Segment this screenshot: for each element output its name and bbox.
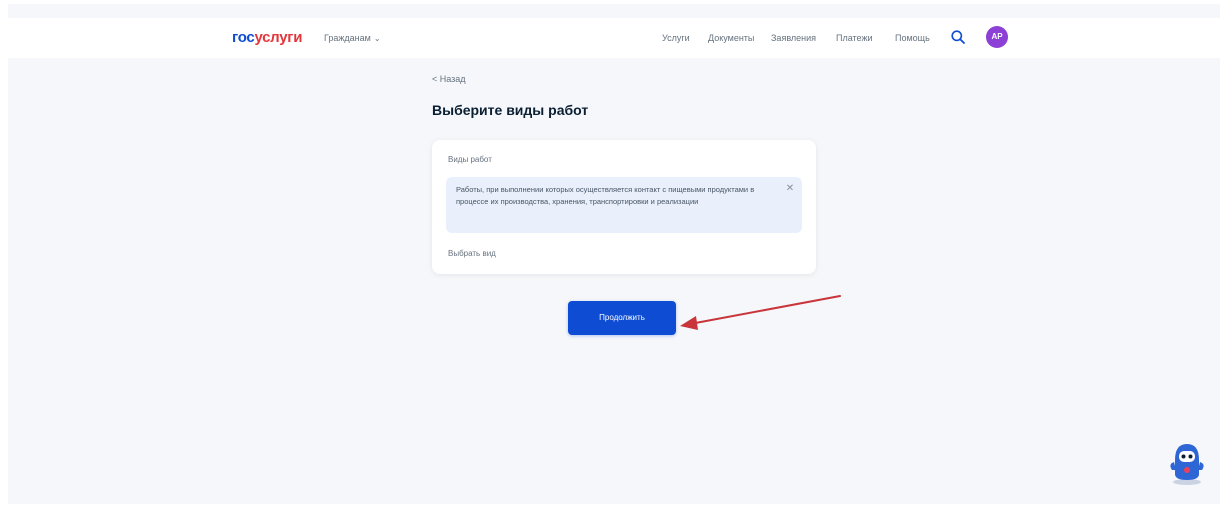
user-avatar[interactable]: АР [986, 26, 1008, 48]
selected-work-type-chip: Работы, при выполнении которых осуществл… [446, 177, 802, 233]
close-icon[interactable]: ✕ [784, 183, 796, 195]
robot-assistant-icon[interactable] [1166, 440, 1208, 486]
role-select[interactable]: Гражданам ⌄ [324, 33, 381, 43]
continue-button[interactable]: Продолжить [568, 301, 676, 335]
nav-applications[interactable]: Заявления [771, 33, 816, 43]
work-types-card: Виды работ Работы, при выполнении которы… [432, 140, 816, 274]
nav-payments[interactable]: Платежи [836, 33, 873, 43]
top-header: госуслуги Гражданам ⌄ Услуги Документы За… [8, 18, 1220, 58]
back-link[interactable]: < Назад [432, 74, 466, 84]
nav-help[interactable]: Помощь [895, 33, 930, 43]
field-label: Виды работ [448, 155, 492, 164]
logo-part-b: услуги [254, 29, 303, 46]
chevron-down-icon: ⌄ [373, 34, 381, 43]
search-icon[interactable] [950, 29, 966, 45]
role-select-label: Гражданам [324, 33, 371, 43]
select-type-link[interactable]: Выбрать вид [448, 249, 496, 258]
selected-work-type-text: Работы, при выполнении которых осуществл… [456, 185, 755, 206]
browser-viewport: госуслуги Гражданам ⌄ Услуги Документы За… [8, 4, 1220, 504]
page-title: Выберите виды работ [432, 102, 589, 118]
logo-part-a: гос [232, 29, 255, 46]
nav-documents[interactable]: Документы [708, 33, 754, 43]
gosuslugi-logo[interactable]: госуслуги [232, 29, 302, 46]
red-arrow-icon [680, 295, 841, 330]
nav-services[interactable]: Услуги [662, 33, 690, 43]
